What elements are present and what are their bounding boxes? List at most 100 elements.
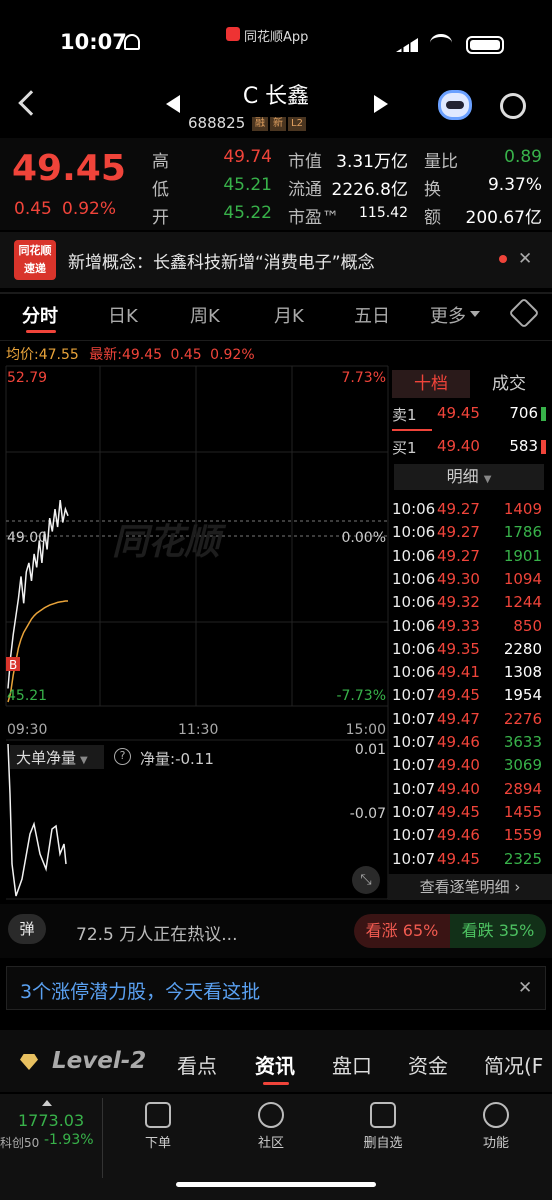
time-open: 09:30	[7, 722, 47, 738]
tag-margin: 融	[252, 116, 269, 131]
tab-daily-k[interactable]: 日K	[108, 302, 138, 328]
latest-pct: 0.92%	[210, 347, 255, 363]
level2-label[interactable]: Level-2	[52, 1048, 146, 1074]
latest-value: 49.45	[121, 347, 163, 363]
flow-value: 净量:-0.11	[140, 750, 214, 768]
mktcap-value: 3.31万亿	[336, 152, 408, 172]
trade-row: 10:07 49.46 3633	[392, 733, 542, 751]
functions-button[interactable]: 功能	[456, 1102, 536, 1151]
high-value: 49.74	[223, 147, 272, 167]
chart-low-label: 45.21	[7, 688, 47, 704]
trade-row: 10:07 49.40 2894	[392, 779, 542, 798]
chart-mid-pct: 0.00%	[342, 530, 386, 546]
tab-active-indicator	[26, 330, 56, 333]
tab-five-day[interactable]: 五日	[354, 302, 390, 328]
bullish-button[interactable]: 看涨 65%	[354, 914, 450, 948]
bearish-button[interactable]: 看跌 35%	[450, 914, 546, 948]
discussion-text[interactable]: 72.5 万人正在热议...	[76, 920, 237, 945]
settings-icon[interactable]	[508, 297, 540, 329]
avg-value: 47.55	[38, 347, 79, 363]
tab-capital[interactable]: 资金	[408, 1050, 448, 1079]
stock-code-row: 688825 融新 L2	[188, 114, 306, 132]
promo-text[interactable]: 3个涨停潜力股，今天看这批	[20, 977, 260, 1004]
open-value: 45.22	[223, 203, 272, 223]
trade-row: 10:06 49.30 1094	[392, 569, 542, 588]
battery-icon	[466, 36, 504, 54]
trade-row: 10:06 49.27 1786	[392, 523, 542, 542]
tab-intraday[interactable]: 分时	[22, 302, 58, 328]
fullscreen-icon[interactable]: ⤡	[352, 866, 380, 894]
high-label: 高	[152, 152, 169, 172]
next-stock-button[interactable]	[374, 95, 388, 113]
promo-close-icon[interactable]: ✕	[518, 978, 532, 998]
tab-news[interactable]: 资讯	[255, 1050, 295, 1079]
trade-row: 10:06 49.33 850	[392, 616, 542, 635]
search-icon[interactable]	[500, 93, 526, 119]
price-change-pct: 0.92%	[62, 199, 117, 219]
order-button[interactable]: 下单	[118, 1102, 198, 1151]
ask-row: 卖1 49.45 706	[392, 404, 546, 427]
status-time: 10:07	[60, 30, 127, 54]
turnover-value: 9.37%	[487, 175, 542, 195]
news-dot	[499, 255, 507, 263]
trade-row: 10:06 49.27 1901	[392, 546, 542, 565]
avg-label: 均价:	[6, 347, 39, 363]
watermark: 同花顺	[112, 522, 227, 563]
app-logo-icon	[226, 27, 240, 41]
intraday-chart[interactable]: 同花顺 B 52.79 7.73% 49.00 0.00% 45.21 -7.7…	[0, 364, 390, 904]
tab-orderbook[interactable]: 盘口	[332, 1050, 372, 1079]
menu-icon	[483, 1102, 509, 1128]
tab-ten-levels[interactable]: 十档	[392, 370, 470, 398]
tab-more[interactable]: 更多	[430, 302, 466, 328]
price-change: 0.45	[14, 199, 52, 219]
tab-trades[interactable]: 成交	[470, 370, 548, 398]
trade-row: 10:06 49.27 1409	[392, 500, 542, 518]
amount-label: 额	[424, 208, 441, 228]
chevron-down-icon	[470, 311, 480, 317]
trade-row: 10:06 49.41 1308	[392, 663, 542, 682]
tab-profile[interactable]: 简况(F	[484, 1050, 552, 1079]
trade-row: 10:07 49.40 3069	[392, 756, 542, 775]
low-label: 低	[152, 180, 169, 200]
view-detail-button[interactable]: 查看逐笔明细 ›	[388, 874, 552, 900]
chart-high-pct: 7.73%	[342, 370, 386, 386]
trade-row: 10:07 49.45 1954	[392, 686, 542, 705]
detail-toggle[interactable]: 明细 ▼	[394, 464, 544, 490]
news-badge: 同花顺 速递	[14, 240, 56, 280]
community-button[interactable]: 社区	[231, 1102, 311, 1151]
robot-assistant-icon[interactable]	[438, 90, 472, 120]
index-name: 科创50	[0, 1136, 40, 1150]
flow-top: 0.01	[355, 742, 386, 758]
help-icon[interactable]: ?	[114, 748, 131, 765]
news-text[interactable]: 新增概念：长鑫科技新增“消费电子”概念	[68, 248, 498, 273]
float-label: 流通	[288, 180, 322, 200]
chart-low-pct: -7.73%	[336, 688, 386, 704]
chart-grid	[5, 365, 389, 900]
orderbook-tabs: 十档 成交	[392, 370, 548, 398]
mktcap-label: 市值	[288, 152, 322, 172]
index-value[interactable]: 1773.03	[18, 1111, 84, 1130]
minus-box-icon	[370, 1102, 396, 1128]
flow-selector[interactable]: 大单净量 ▼	[10, 745, 104, 769]
wifi-icon	[430, 34, 452, 52]
volratio-label: 量比	[424, 152, 458, 172]
avg-price-line	[7, 600, 68, 703]
signal-icon	[396, 38, 418, 52]
remove-watchlist-button[interactable]: 删自选	[343, 1102, 423, 1151]
stock-code: 688825	[188, 114, 246, 132]
trade-row: 10:07 49.47 2276	[392, 709, 542, 728]
chart-high-label: 52.79	[7, 370, 47, 386]
trade-row: 10:07 49.45 2325	[392, 849, 542, 868]
chart-mid-label: 49.00	[7, 530, 47, 546]
danmu-icon[interactable]: 弹	[8, 914, 46, 944]
tab-monthly-k[interactable]: 月K	[274, 302, 304, 328]
news-close-icon[interactable]: ✕	[518, 249, 532, 269]
flow-mid: -0.07	[350, 806, 386, 822]
turnover-label: 换	[424, 180, 441, 200]
last-price: 49.45	[12, 148, 126, 189]
trade-row: 10:06 49.32 1244	[392, 593, 542, 612]
tab-highlights[interactable]: 看点	[177, 1050, 217, 1079]
tab-weekly-k[interactable]: 周K	[190, 302, 220, 328]
buy-marker-label: B	[9, 658, 17, 672]
bell-mute-icon	[124, 34, 140, 50]
